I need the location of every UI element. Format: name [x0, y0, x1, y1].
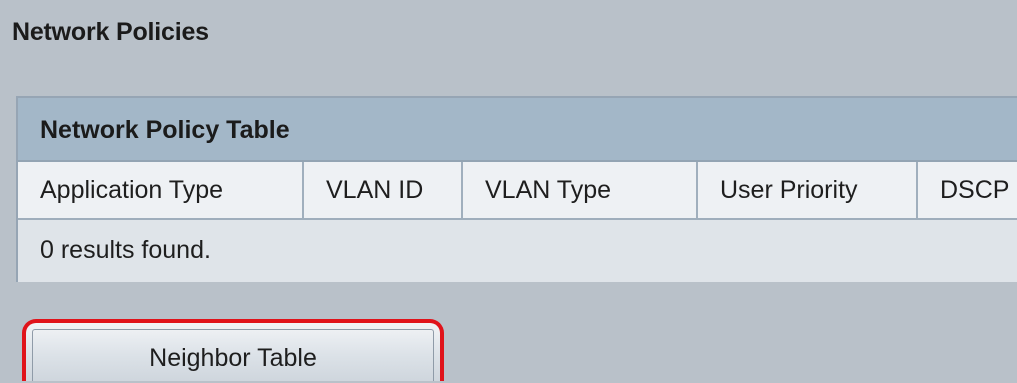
- neighbor-table-button[interactable]: Neighbor Table: [32, 329, 434, 381]
- column-header-dscp: DSCP: [940, 175, 1010, 204]
- results-message: 0 results found.: [40, 236, 211, 264]
- table-caption-label: Network Policy Table: [40, 116, 290, 144]
- table-caption: Network Policy Table: [18, 98, 1017, 162]
- content-area: Network Policies Network Policy Table Ap…: [0, 0, 1017, 383]
- neighbor-table-button-highlight[interactable]: Neighbor Table: [22, 319, 444, 381]
- page-title: Network Policies: [12, 18, 209, 46]
- column-header-application-type: Application Type: [18, 162, 304, 218]
- column-header-vlan-type: VLAN Type: [463, 162, 698, 218]
- neighbor-table-button-label: Neighbor Table: [149, 344, 317, 372]
- network-policy-table: Network Policy Table Application Type VL…: [16, 96, 1017, 282]
- page: Network Policies Network Policy Table Ap…: [0, 0, 1017, 383]
- column-header-vlan-id: VLAN ID: [304, 162, 463, 218]
- column-header-user-priority: User Priority: [698, 162, 918, 218]
- table-results-row: 0 results found.: [18, 220, 1017, 282]
- table-header-row: Application Type VLAN ID VLAN Type User …: [18, 162, 1017, 220]
